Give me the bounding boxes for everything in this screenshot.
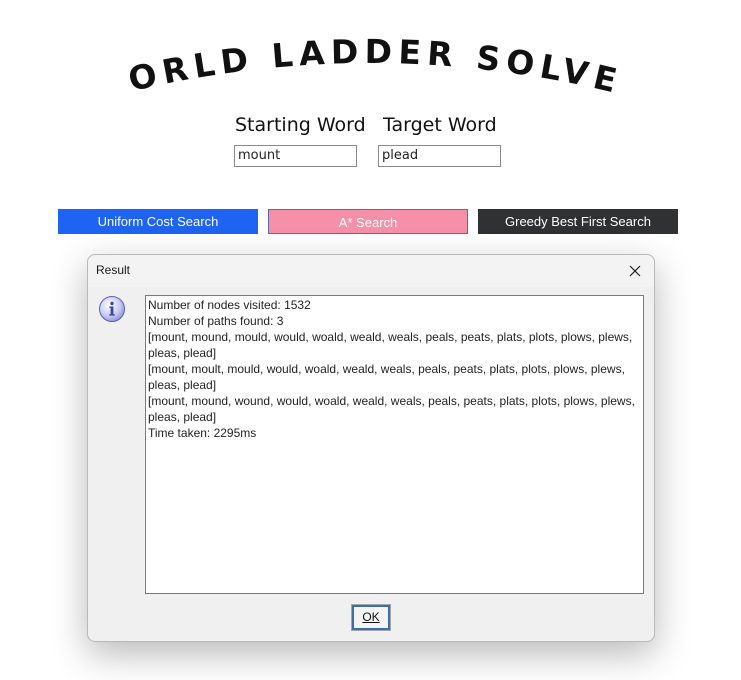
close-icon xyxy=(629,265,641,277)
result-dialog: Result Number of nodes visited: 1532 Num… xyxy=(87,254,655,642)
info-icon xyxy=(99,296,125,322)
a-star-search-button[interactable]: A* Search xyxy=(268,209,468,234)
uniform-cost-search-button[interactable]: Uniform Cost Search xyxy=(58,209,258,234)
dialog-titlebar[interactable]: Result xyxy=(88,255,654,287)
target-word-input[interactable]: plead xyxy=(378,145,501,167)
ok-button[interactable]: OK xyxy=(351,604,391,631)
starting-word-input[interactable]: mount xyxy=(234,145,357,167)
target-word-label: Target Word xyxy=(383,114,497,136)
svg-text:WORLD LADDER SOLVER: WORLD LADDER SOLVER xyxy=(0,20,626,102)
app-title: WORLD LADDER SOLVER xyxy=(0,20,626,102)
starting-word-label: Starting Word xyxy=(235,114,366,136)
dialog-title: Result xyxy=(96,263,131,277)
app-title-text: WORLD LADDER SOLVER xyxy=(0,20,620,102)
ok-button-label: OK xyxy=(362,610,380,624)
result-text-area[interactable]: Number of nodes visited: 1532 Number of … xyxy=(145,295,644,594)
greedy-best-first-search-button[interactable]: Greedy Best First Search xyxy=(478,209,678,234)
close-button[interactable] xyxy=(624,260,646,282)
